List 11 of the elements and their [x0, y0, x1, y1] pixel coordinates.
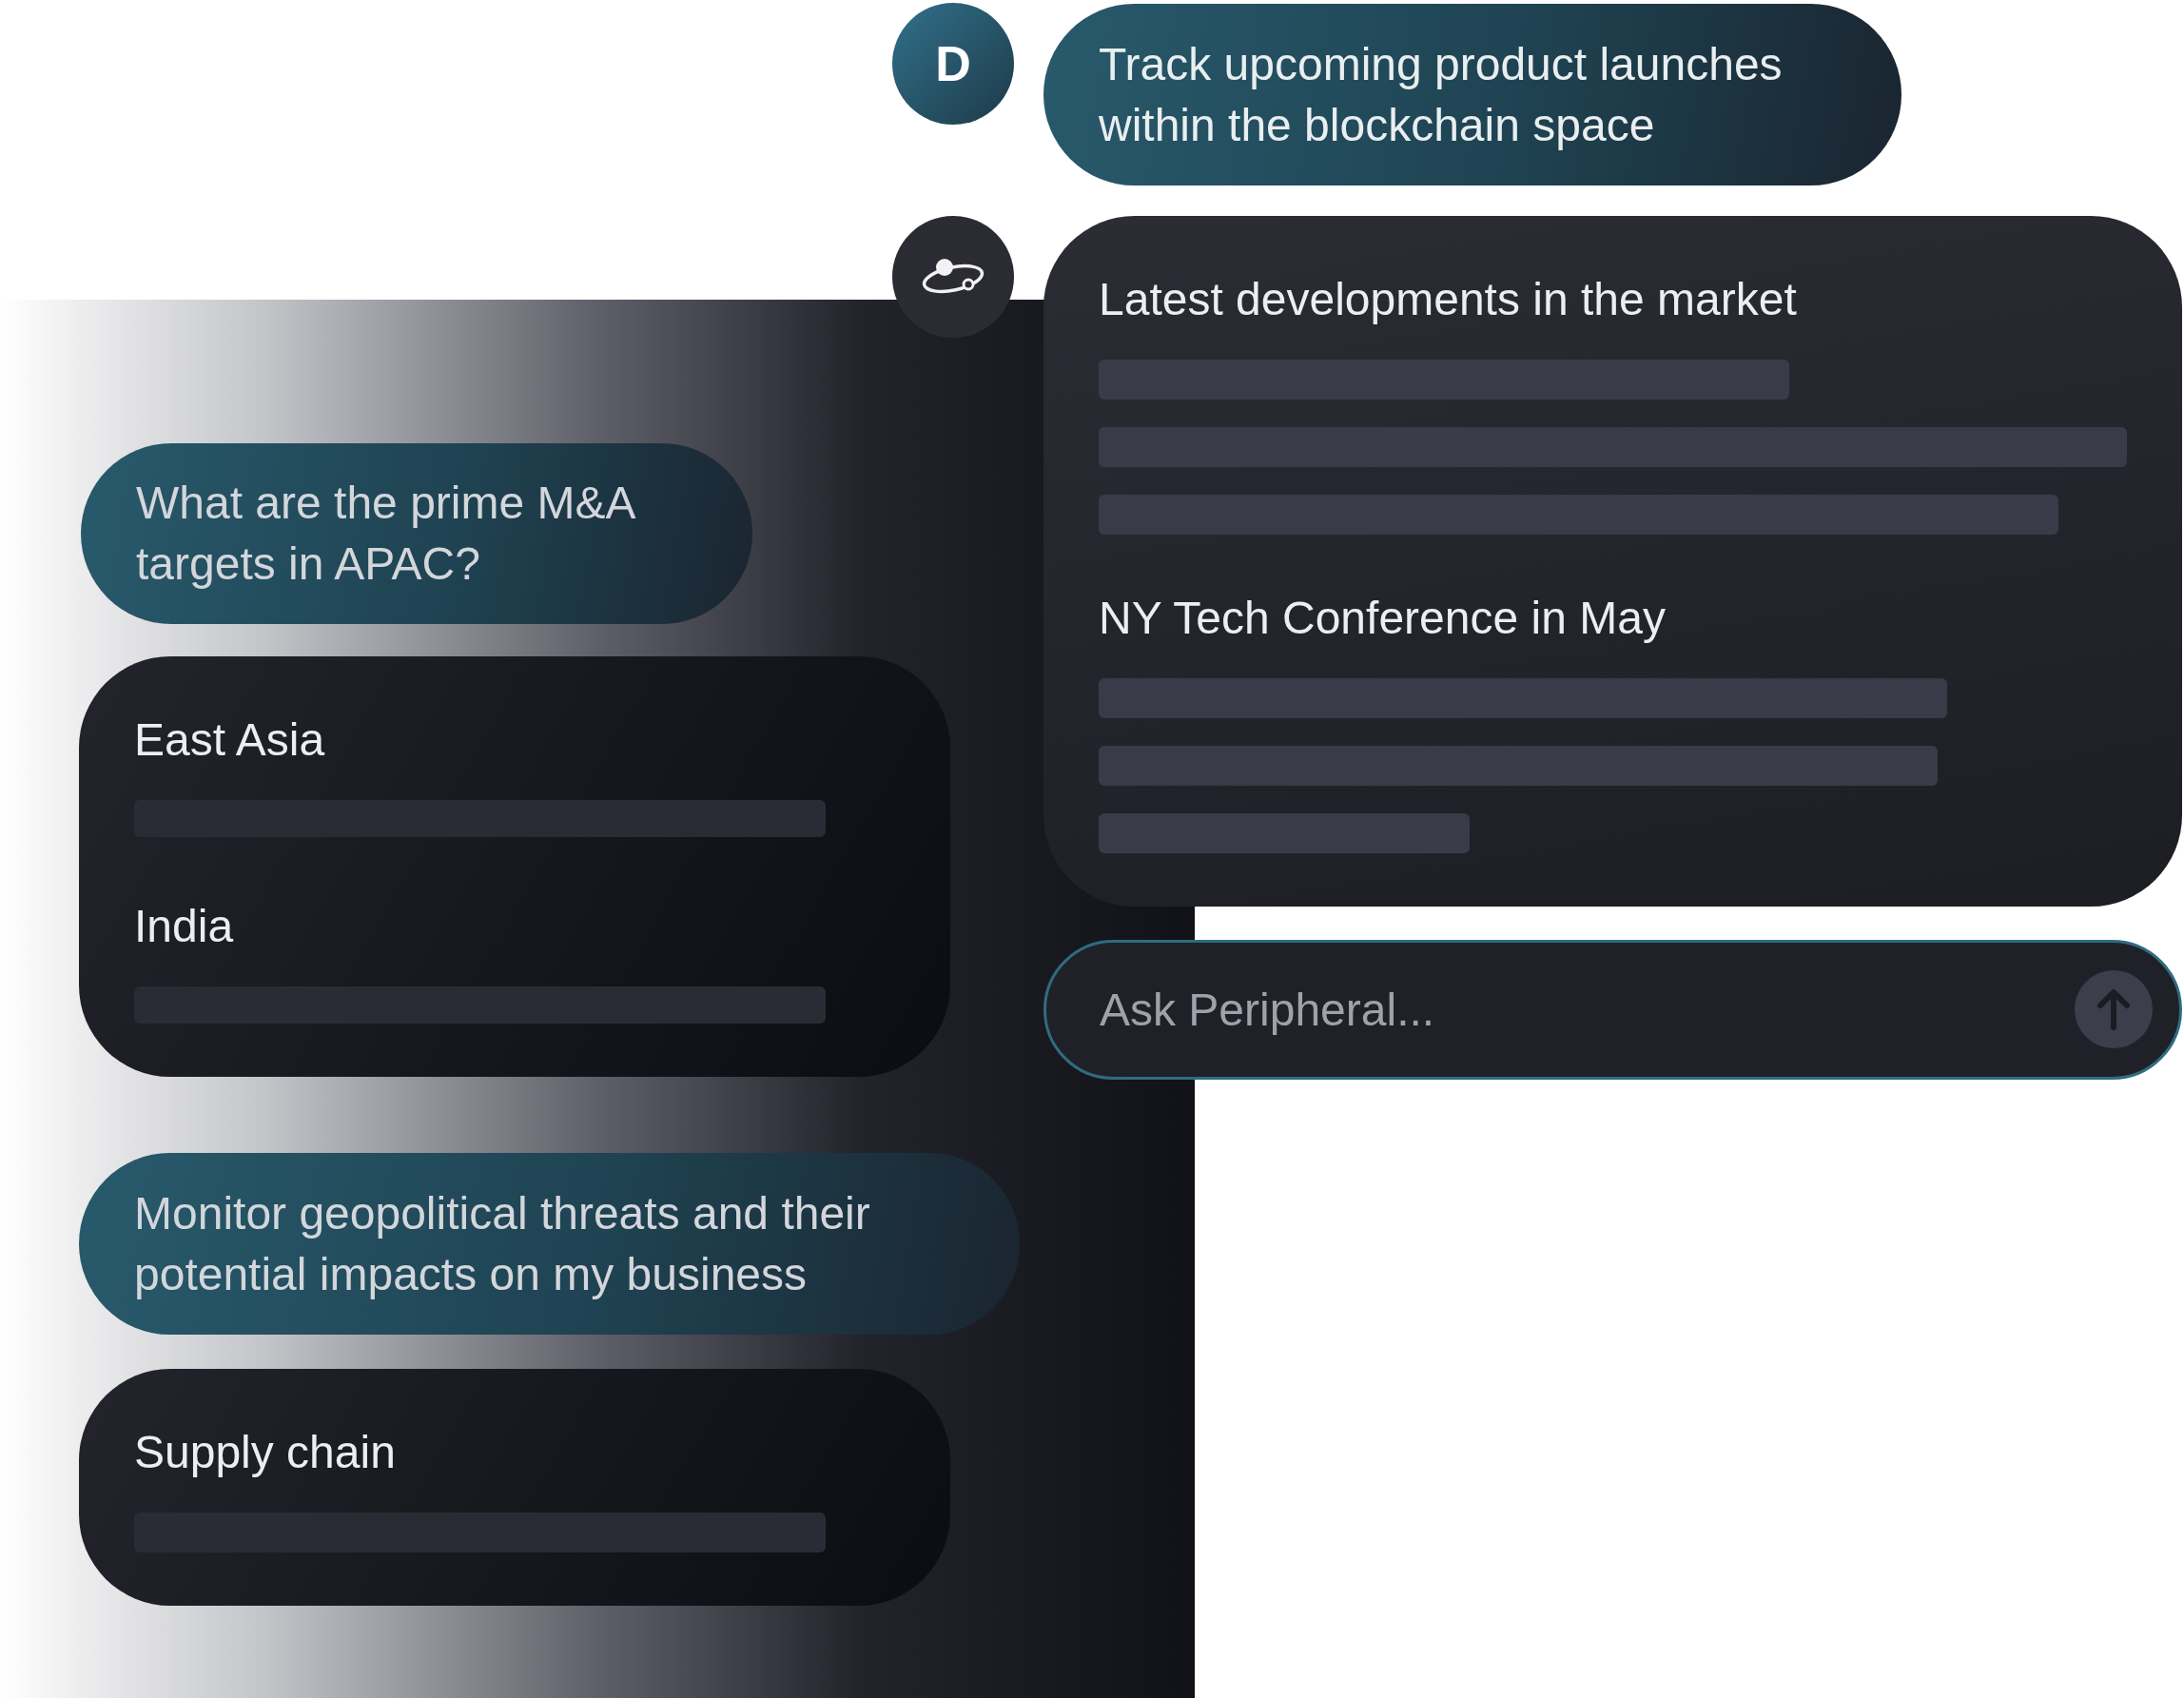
ask-input-field[interactable]: Ask Peripheral...	[1043, 940, 2182, 1080]
section-title: Latest developments in the market	[1099, 273, 1798, 326]
user-avatar: D	[892, 3, 1014, 125]
section-title: East Asia	[134, 713, 326, 767]
message-text: What are the prime M&A targets in APAC?	[136, 477, 635, 591]
message-text: Track upcoming product launches within the blockchain space	[1099, 37, 1784, 152]
section-title: Supply chain	[134, 1426, 397, 1479]
arrow-up-icon	[2096, 988, 2131, 1030]
section-title: NY Tech Conference in May	[1099, 592, 1667, 645]
section-title: India	[134, 900, 235, 953]
message-text: Monitor geopolitical threats and their potential impacts on my business	[134, 1186, 871, 1301]
